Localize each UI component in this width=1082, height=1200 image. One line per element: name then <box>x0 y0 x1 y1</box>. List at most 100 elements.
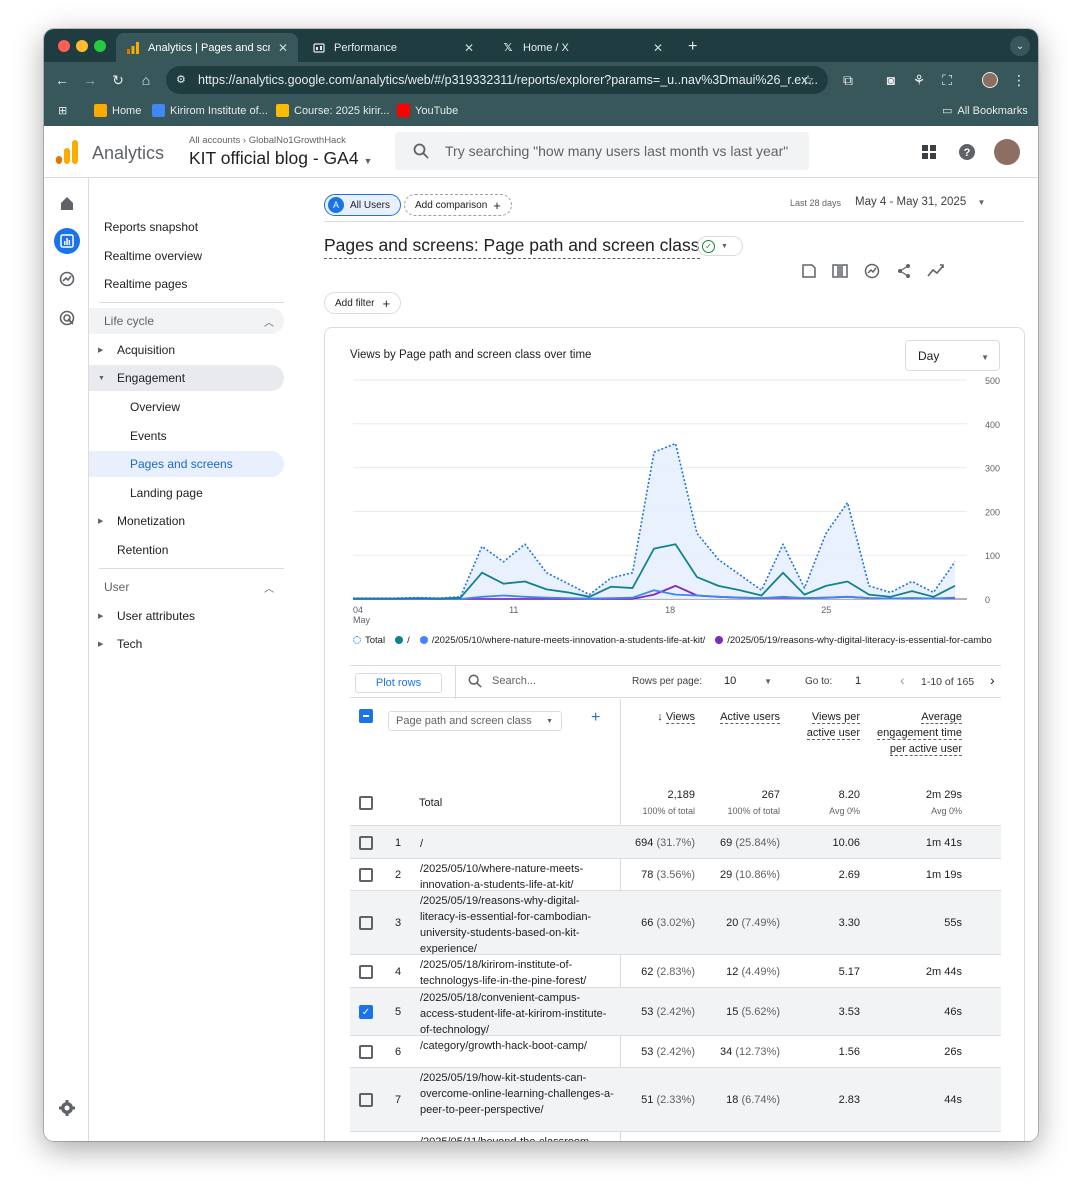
extension-puzzle-icon[interactable]: ⚘ <box>910 71 928 89</box>
plot-rows-button[interactable]: Plot rows <box>355 673 442 693</box>
extensions-icon[interactable]: ⧉ <box>839 71 857 89</box>
select-all-checkbox[interactable] <box>359 709 373 723</box>
translate-icon[interactable]: ⛶ <box>938 71 956 89</box>
dimension-select[interactable]: Page path and screen class ▼ <box>388 711 562 731</box>
nav-retention[interactable]: Retention <box>117 537 168 563</box>
add-comparison-button[interactable]: Add comparison + <box>404 194 512 216</box>
tab-analytics[interactable]: Analytics | Pages and screens ✕ <box>116 33 298 62</box>
nav-monetization[interactable]: ▶ Monetization <box>89 508 284 534</box>
data-quality-badge[interactable]: ✓ ▼ <box>697 236 743 256</box>
page-path[interactable]: /2025/05/19/reasons-why-digital-literacy… <box>420 893 615 957</box>
column-header-active-users[interactable]: Active users <box>710 709 780 725</box>
table-row[interactable]: 8/2025/05/11/beyond-the-classroom-experi… <box>350 1131 1001 1141</box>
row-checkbox[interactable] <box>359 916 373 930</box>
table-row[interactable]: ✓ 5/2025/05/18/convenient-campus-access-s… <box>350 987 1001 1038</box>
all-bookmarks[interactable]: ▭ All Bookmarks <box>942 104 1028 118</box>
crumb-all-accounts[interactable]: All accounts <box>189 135 240 146</box>
apps-icon[interactable] <box>919 142 939 162</box>
tab-x-home[interactable]: 𝕏 Home / X ✕ <box>491 33 673 62</box>
tab-performance[interactable]: Performance ✕ <box>302 33 484 62</box>
table-row[interactable]: 1/694 (31.7%) 69 (25.84%) 10.06 1m 41s <box>350 825 1001 858</box>
nav-overview[interactable]: Overview <box>130 394 180 420</box>
admin-gear-icon[interactable] <box>54 1095 80 1121</box>
table-row[interactable]: 3/2025/05/19/reasons-why-digital-literac… <box>350 890 1001 957</box>
segment-chip[interactable]: A All Users <box>324 194 402 216</box>
share-icon[interactable] <box>894 261 914 281</box>
nav-realtime-pages[interactable]: Realtime pages <box>104 271 187 297</box>
goto-input[interactable]: 1 <box>855 675 861 687</box>
nav-acquisition[interactable]: ▶ Acquisition <box>89 337 284 363</box>
column-header-views[interactable]: ↓ Views <box>625 709 695 725</box>
add-dimension-icon[interactable]: + <box>591 709 600 727</box>
table-row[interactable]: 6/category/growth-hack-boot-camp/53 (2.4… <box>350 1035 1001 1067</box>
next-page-icon[interactable]: › <box>990 672 995 688</box>
nav-events[interactable]: Events <box>130 423 167 449</box>
table-row[interactable]: 2/2025/05/10/where-nature-meets-innovati… <box>350 858 1001 893</box>
home-icon[interactable] <box>54 190 80 216</box>
row-checkbox[interactable] <box>359 1045 373 1059</box>
nav-engagement[interactable]: ▼ Engagement <box>89 365 284 391</box>
home-icon[interactable]: ⌂ <box>137 71 155 89</box>
close-tab-icon[interactable]: ✕ <box>653 41 663 55</box>
date-range-picker[interactable]: May 4 - May 31, 2025 ▼ <box>855 196 985 208</box>
extension-camera-icon[interactable]: ◙ <box>882 71 900 89</box>
table-search[interactable]: Search... <box>468 674 536 688</box>
tab-search-chevron-icon[interactable]: ⌄ <box>1010 36 1030 56</box>
trend-icon[interactable] <box>926 261 946 281</box>
row-checkbox[interactable] <box>359 965 373 979</box>
close-tab-icon[interactable]: ✕ <box>464 41 474 55</box>
legend-item[interactable]: / <box>395 633 410 647</box>
reports-icon[interactable] <box>54 228 80 254</box>
page-path[interactable]: /2025/05/11/beyond-the-classroom-experie… <box>420 1134 615 1141</box>
legend-item[interactable]: Total <box>353 633 385 647</box>
analytics-logo-icon[interactable] <box>56 140 78 164</box>
bookmark-kirirom[interactable]: Kirirom Institute of... <box>152 104 268 117</box>
new-tab-icon[interactable]: + <box>688 38 697 56</box>
property-selector[interactable]: KIT official blog - GA4 ▼ <box>189 148 372 169</box>
site-info-icon[interactable]: ⚙ <box>176 73 190 87</box>
nav-section-life-cycle[interactable]: Life cycle ︿ <box>89 308 284 334</box>
forward-icon[interactable]: → <box>81 71 99 89</box>
column-header-views-per-user[interactable]: Views per active user <box>805 709 860 741</box>
page-path[interactable]: /2025/05/19/how-kit-students-can-overcom… <box>420 1070 615 1118</box>
apps-grid-icon[interactable]: ⊞ <box>58 104 67 117</box>
search-bar[interactable]: Try searching "how many users last month… <box>395 132 809 170</box>
account-breadcrumb[interactable]: All accounts › GlobalNo1GrowthHack <box>189 135 346 146</box>
page-path[interactable]: /category/growth-hack-boot-camp/ <box>420 1038 615 1054</box>
bookmark-course[interactable]: Course: 2025 kirir... <box>276 104 389 117</box>
close-tab-icon[interactable]: ✕ <box>278 41 288 55</box>
advertising-icon[interactable] <box>54 305 80 331</box>
nav-user-attributes[interactable]: ▶ User attributes <box>89 603 284 629</box>
zoom-window-button[interactable] <box>94 40 106 52</box>
insights-icon[interactable] <box>862 261 882 281</box>
row-checkbox[interactable] <box>359 1093 373 1107</box>
legend-item[interactable]: /2025/05/19/reasons-why-digital-literacy… <box>715 633 992 647</box>
profile-avatar-icon[interactable] <box>981 71 999 89</box>
nav-reports-snapshot[interactable]: Reports snapshot <box>104 214 198 240</box>
crumb-account[interactable]: GlobalNo1GrowthHack <box>249 135 346 146</box>
compare-icon[interactable] <box>830 261 850 281</box>
help-icon[interactable]: ? <box>957 142 977 162</box>
column-header-avg-engagement[interactable]: Average engagement time per active user <box>870 709 962 757</box>
add-filter-button[interactable]: Add filter + <box>324 292 402 314</box>
page-path[interactable]: /2025/05/10/where-nature-meets-innovatio… <box>420 861 615 893</box>
nav-realtime-overview[interactable]: Realtime overview <box>104 243 202 269</box>
line-chart[interactable]: 500 400 300 200 100 0 04May 11 18 25 <box>325 373 1025 628</box>
legend-item[interactable]: /2025/05/10/where-nature-meets-innovatio… <box>419 633 705 647</box>
rows-per-page-select[interactable]: 10 ▼ <box>724 675 772 687</box>
account-avatar[interactable] <box>994 139 1020 165</box>
nav-section-user[interactable]: User ︿ <box>89 574 284 600</box>
nav-tech[interactable]: ▶ Tech <box>89 631 284 657</box>
browser-menu-icon[interactable]: ⋮ <box>1010 71 1028 89</box>
table-row[interactable]: 7/2025/05/19/how-kit-students-can-overco… <box>350 1067 1001 1131</box>
row-checkbox[interactable] <box>359 868 373 882</box>
table-row[interactable]: 4/2025/05/18/kirirom-institute-of-techno… <box>350 954 1001 987</box>
explore-icon[interactable] <box>54 266 80 292</box>
back-icon[interactable]: ← <box>53 71 71 89</box>
page-path[interactable]: /2025/05/18/convenient-campus-access-stu… <box>420 990 615 1038</box>
minimize-window-button[interactable] <box>76 40 88 52</box>
total-row-checkbox[interactable] <box>359 796 373 810</box>
close-window-button[interactable] <box>58 40 70 52</box>
bookmark-home[interactable]: Home <box>94 104 141 117</box>
nav-pages-and-screens[interactable]: Pages and screens <box>89 451 284 477</box>
